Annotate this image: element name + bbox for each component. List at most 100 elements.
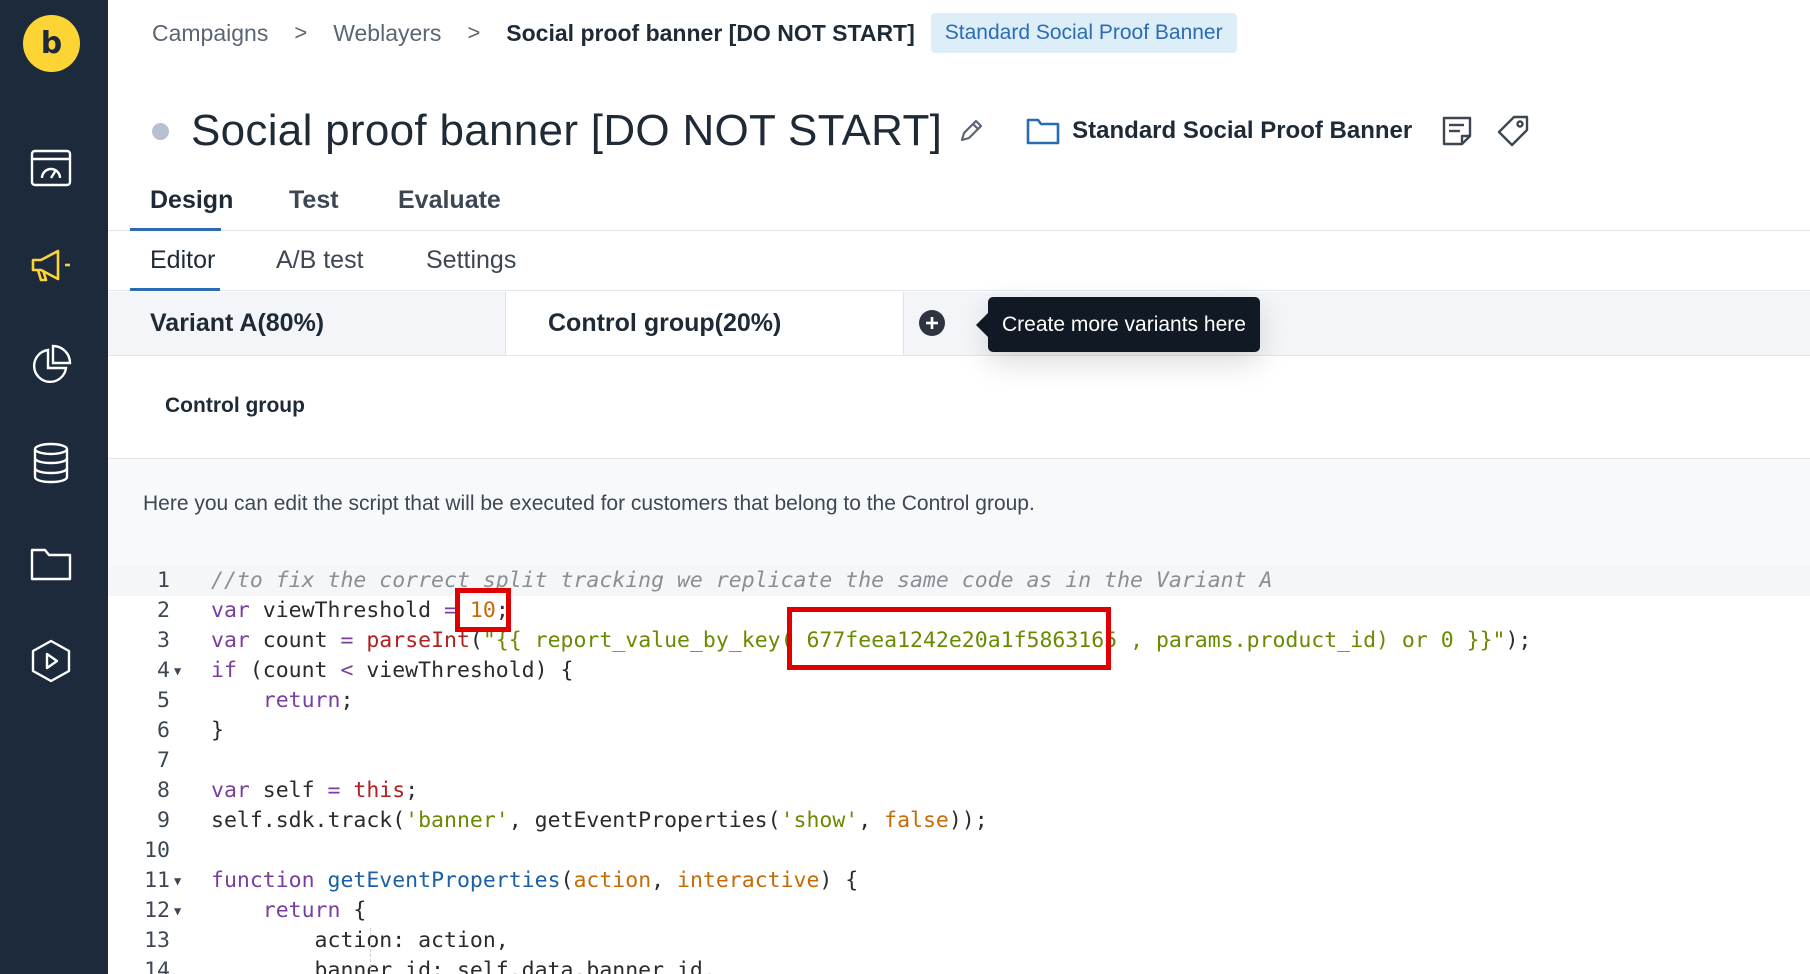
code-line[interactable]: 1 //to fix the correct split tracking we …	[108, 566, 1810, 596]
database-icon[interactable]	[26, 438, 76, 488]
tab-editor[interactable]: Editor	[130, 238, 220, 291]
variant-a-tab[interactable]: Variant A(80%)	[108, 292, 506, 355]
code-token: var	[211, 778, 250, 803]
control-group-tab[interactable]: Control group(20%)	[506, 292, 904, 355]
pie-chart-icon[interactable]	[26, 340, 76, 390]
code-token: self	[249, 778, 328, 803]
code-line[interactable]: 8 var self = this;	[108, 776, 1810, 806]
line-number: 14	[144, 958, 170, 974]
line-content: function getEventProperties(action, inte…	[211, 866, 858, 896]
tooltip-arrow	[976, 313, 988, 337]
app-logo[interactable]: b	[23, 15, 80, 72]
line-number: 13	[144, 928, 170, 953]
line-content: var self = this;	[211, 776, 418, 806]
code-token: (	[560, 868, 574, 893]
add-variant-icon[interactable]	[918, 309, 946, 337]
tag-icon[interactable]	[1496, 114, 1530, 148]
code-token: }	[211, 718, 224, 743]
megaphone-icon[interactable]	[26, 240, 76, 290]
code-line[interactable]: 10	[108, 836, 1810, 866]
line-content: banner_id: self.data.banner_id,	[211, 956, 716, 974]
indent-guide	[370, 928, 371, 974]
code-token: 'banner'	[405, 808, 509, 833]
status-dot	[152, 122, 169, 140]
code-token: ,	[858, 808, 885, 833]
code-token: );	[1505, 628, 1532, 653]
code-token: ;	[405, 778, 419, 803]
breadcrumb-separator: >	[467, 20, 481, 45]
line-number: 6	[157, 718, 170, 743]
tab-test[interactable]: Test	[289, 178, 339, 231]
fold-toggle-icon[interactable]: ▼	[174, 866, 181, 896]
folder-icon[interactable]	[1026, 116, 1060, 146]
line-number: 3	[157, 628, 170, 653]
play-hexagon-icon[interactable]	[26, 636, 76, 686]
code-token: interactive	[677, 868, 820, 893]
breadcrumb-weblayers[interactable]: Weblayers	[333, 20, 441, 47]
code-line[interactable]: 14 banner_id: self.data.banner_id,	[108, 956, 1810, 974]
breadcrumb-current: Social proof banner [DO NOT START]	[506, 19, 915, 46]
breadcrumb: Campaigns > Weblayers > Social proof ban…	[152, 13, 1237, 53]
folder-label[interactable]: Standard Social Proof Banner	[1072, 117, 1412, 145]
code-token: action: action,	[211, 928, 509, 953]
variant-tabs: Variant A(80%) Control group(20%)	[108, 292, 1810, 356]
fold-toggle-icon[interactable]: ▼	[174, 896, 181, 926]
line-number: 9	[157, 808, 170, 833]
code-line[interactable]: 12 ▼ return {	[108, 896, 1810, 926]
line-number: 4	[157, 658, 170, 683]
code-token: ));	[948, 808, 988, 833]
code-token: banner_id: self.data.banner_id,	[211, 958, 716, 974]
section-description: Here you can edit the script that will b…	[143, 492, 1035, 515]
line-content: action: action,	[211, 926, 509, 956]
folder-icon[interactable]	[26, 538, 76, 588]
code-token: if	[211, 658, 237, 683]
line-number: 5	[157, 688, 170, 713]
code-token: (count	[236, 658, 341, 683]
code-line[interactable]: 7	[108, 746, 1810, 776]
template-badge[interactable]: Standard Social Proof Banner	[930, 13, 1237, 53]
code-token: ;	[340, 688, 354, 713]
code-line[interactable]: 5 return;	[108, 686, 1810, 716]
code-token: var	[211, 628, 250, 653]
pencil-edit-icon[interactable]	[956, 116, 986, 146]
code-token: , getEventProperties(	[508, 808, 781, 833]
code-token: false	[884, 808, 949, 833]
note-icon[interactable]	[1440, 114, 1474, 148]
code-token: count	[249, 628, 341, 653]
logo-letter: b	[40, 25, 63, 61]
code-line[interactable]: 13 action: action,	[108, 926, 1810, 956]
tab-ab-test[interactable]: A/B test	[276, 238, 364, 291]
create-variants-tooltip: Create more variants here	[988, 297, 1260, 352]
line-number: 10	[144, 838, 170, 863]
line-number: 8	[157, 778, 170, 803]
fold-toggle-icon[interactable]: ▼	[174, 656, 181, 686]
line-content: //to fix the correct split tracking we r…	[211, 566, 1272, 596]
code-token: return	[262, 688, 341, 713]
sidebar: b	[0, 0, 108, 974]
tab-settings[interactable]: Settings	[426, 238, 516, 291]
line-content: if (count < viewThreshold) {	[211, 656, 573, 686]
primary-tabs: Design Test Evaluate	[108, 178, 1810, 231]
dashboard-gauge-icon[interactable]	[26, 144, 76, 194]
line-content: return {	[211, 896, 367, 926]
line-number: 1	[157, 568, 170, 593]
tab-evaluate[interactable]: Evaluate	[398, 178, 501, 231]
page-title: Social proof banner [DO NOT START]	[191, 106, 943, 155]
line-number: 7	[157, 748, 170, 773]
highlight-threshold-box	[455, 588, 511, 632]
code-token: getEventProperties	[327, 868, 561, 893]
title-row: Social proof banner [DO NOT START] Stand…	[152, 100, 1530, 162]
section-label: Control group	[165, 394, 305, 417]
code-token: ) {	[819, 868, 859, 893]
code-line[interactable]: 6}	[108, 716, 1810, 746]
code-line[interactable]: 11 ▼ function getEventProperties(action, i…	[108, 866, 1810, 896]
breadcrumb-campaigns[interactable]: Campaigns	[152, 20, 268, 47]
line-number: 12	[144, 898, 170, 923]
code-token: {	[340, 898, 367, 923]
code-token: action	[573, 868, 652, 893]
code-line[interactable]: 9 self.sdk.track('banner', getEventProper…	[108, 806, 1810, 836]
tab-design[interactable]: Design	[130, 178, 233, 231]
